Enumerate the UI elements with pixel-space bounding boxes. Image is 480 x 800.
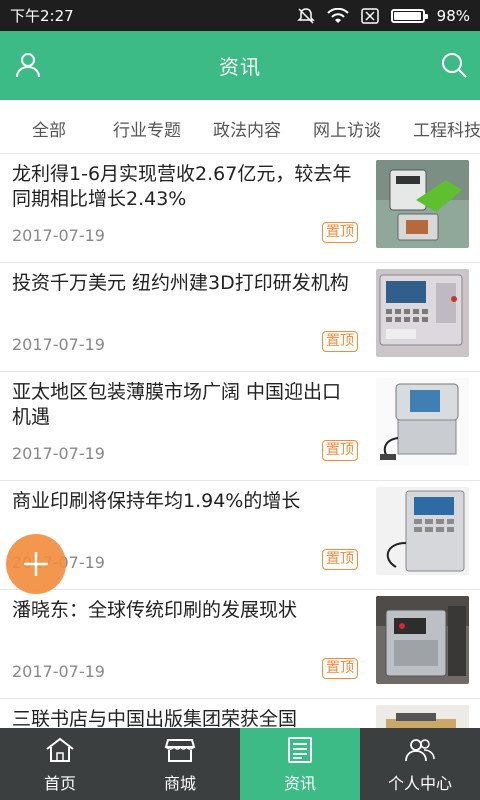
add-button[interactable] — [6, 534, 66, 594]
tab-interview[interactable]: 网上访谈 — [313, 116, 381, 141]
pinned-badge: 置顶 — [322, 658, 358, 679]
news-item[interactable]: 龙利得1-6月实现营收2.67亿元，较去年同期相比增长2.43% 2017-07… — [0, 154, 480, 263]
news-thumbnail[interactable] — [376, 269, 469, 357]
nav-shop-label: 商城 — [163, 774, 196, 793]
news-headline[interactable]: 龙利得1-6月实现营收2.67亿元，较去年同期相比增长2.43% — [12, 162, 360, 212]
category-tabs: 全部 行业专题 政法内容 网上访谈 工程科技 — [0, 100, 480, 154]
nav-home-label: 首页 — [43, 774, 76, 793]
pinned-badge: 置顶 — [322, 331, 358, 352]
plus-icon — [24, 552, 48, 576]
news-headline[interactable]: 亚太地区包装薄膜市场广阔 中国迎出口机遇 — [12, 380, 360, 430]
search-icon[interactable] — [440, 51, 468, 79]
news-thumbnail[interactable] — [376, 378, 469, 466]
news-date: 2017-07-19 — [12, 444, 105, 463]
nav-news-label: 资讯 — [283, 774, 316, 793]
home-icon — [46, 737, 74, 762]
news-item[interactable]: 投资千万美元 纽约州建3D打印研发机构 2017-07-19 置顶 — [0, 263, 480, 372]
wifi-icon — [326, 7, 349, 23]
shop-icon — [164, 739, 196, 762]
page-title: 资讯 — [219, 55, 261, 79]
status-icons: 98% — [296, 6, 470, 25]
nav-profile-label: 个人中心 — [387, 774, 452, 793]
nav-shop[interactable]: 商城 — [120, 728, 240, 800]
tab-engineering[interactable]: 工程科技 — [413, 116, 480, 141]
news-list: 龙利得1-6月实现营收2.67亿元，较去年同期相比增长2.43% 2017-07… — [0, 154, 480, 728]
news-item[interactable]: 潘晓东：全球传统印刷的发展现状 2017-07-19 置顶 — [0, 590, 480, 699]
news-headline[interactable]: 潘晓东：全球传统印刷的发展现状 — [12, 598, 360, 623]
nav-profile[interactable]: 个人中心 — [360, 728, 480, 800]
news-thumbnail[interactable] — [376, 705, 469, 728]
battery-icon — [390, 8, 428, 23]
bottom-nav: 首页 商城 资讯 个人中心 — [0, 728, 480, 800]
news-headline[interactable]: 商业印刷将保持年均1.94%的增长 — [12, 489, 360, 514]
user-icon[interactable] — [14, 51, 42, 79]
status-bar: 下午2:27 98% — [0, 0, 480, 31]
news-headline[interactable]: 投资千万美元 纽约州建3D打印研发机构 — [12, 271, 360, 296]
news-date: 2017-07-19 — [12, 226, 105, 245]
news-item[interactable]: 商业印刷将保持年均1.94%的增长 2017-07-19 置顶 — [0, 481, 480, 590]
pinned-badge: 置顶 — [322, 440, 358, 461]
nav-news[interactable]: 资讯 — [240, 728, 360, 800]
tab-industry[interactable]: 行业专题 — [113, 116, 181, 141]
news-thumbnail[interactable] — [376, 160, 469, 248]
tab-law[interactable]: 政法内容 — [213, 116, 281, 141]
news-icon — [288, 737, 312, 763]
sim-icon — [360, 7, 379, 24]
news-thumbnail[interactable] — [376, 596, 469, 684]
battery-percent: 98% — [436, 6, 470, 25]
mute-icon — [296, 7, 315, 24]
pinned-badge: 置顶 — [322, 549, 358, 570]
status-time: 下午2:27 — [10, 7, 74, 25]
news-headline[interactable]: 三联书店与中国出版集团荣获全国 — [12, 707, 360, 728]
news-thumbnail[interactable] — [376, 487, 469, 575]
pinned-badge: 置顶 — [322, 222, 358, 243]
nav-home[interactable]: 首页 — [0, 728, 120, 800]
app-header: 资讯 — [0, 31, 480, 100]
people-icon — [405, 739, 435, 762]
news-item[interactable]: 三联书店与中国出版集团荣获全国 — [0, 699, 480, 728]
news-date: 2017-07-19 — [12, 662, 105, 681]
news-item[interactable]: 亚太地区包装薄膜市场广阔 中国迎出口机遇 2017-07-19 置顶 — [0, 372, 480, 481]
news-date: 2017-07-19 — [12, 335, 105, 354]
tab-all[interactable]: 全部 — [32, 116, 66, 141]
